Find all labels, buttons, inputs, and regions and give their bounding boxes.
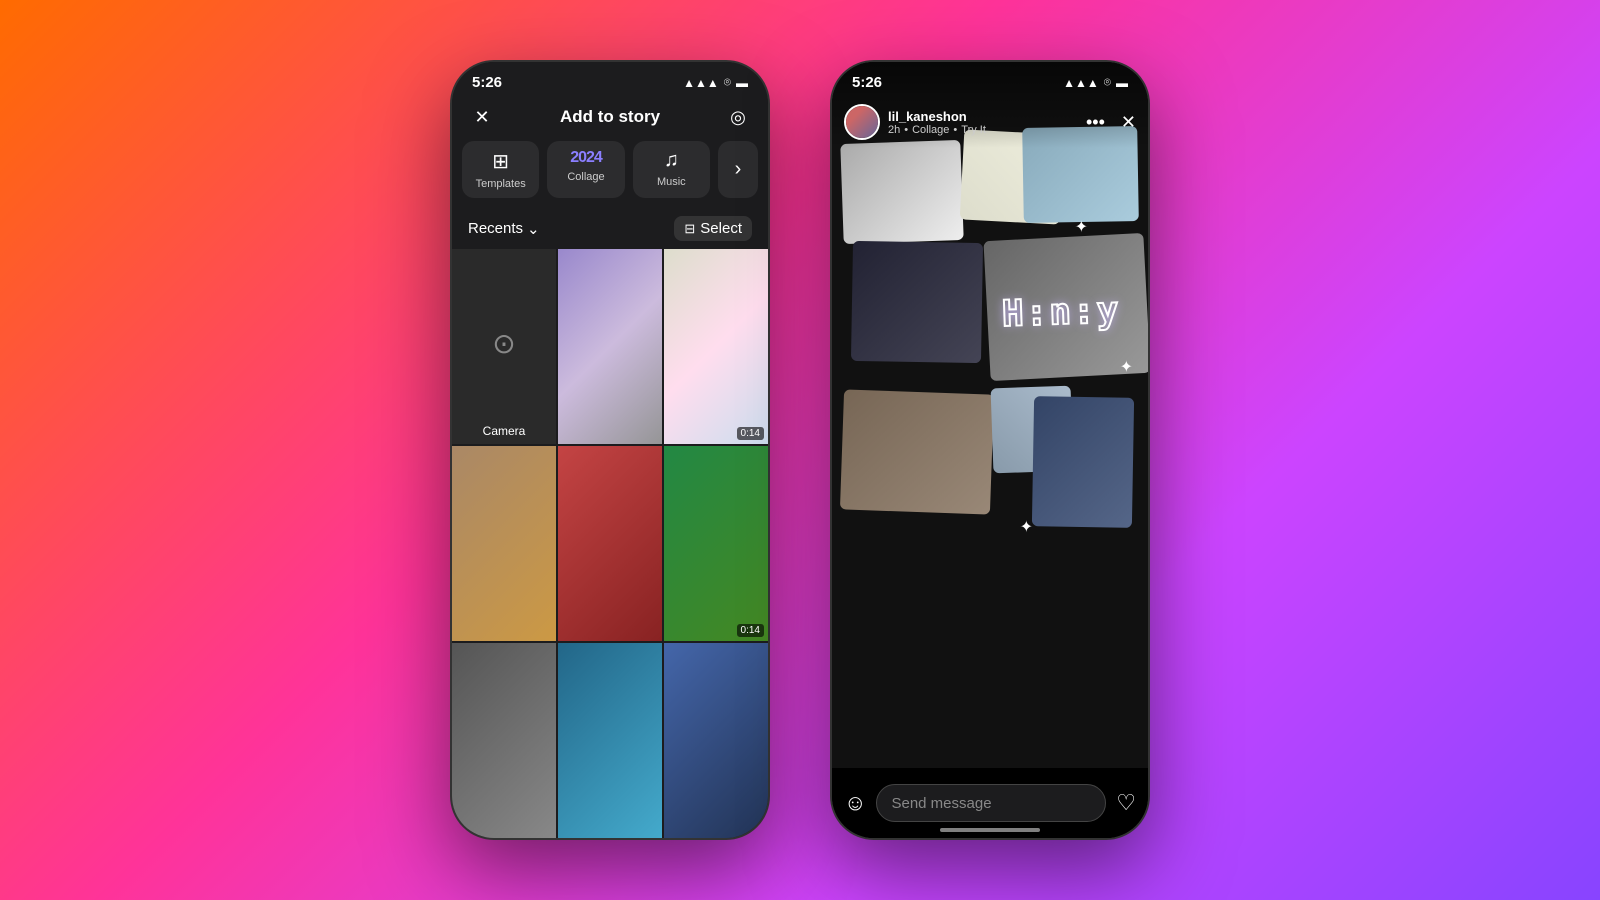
- chevron-down-icon: ⌄: [527, 220, 540, 238]
- story-dot: •: [953, 124, 957, 136]
- recents-bar: Recents ⌄ ⊟ Select: [452, 208, 768, 249]
- photo-cell[interactable]: [558, 249, 662, 444]
- select-grid-icon: ⊟: [684, 221, 695, 237]
- phone-add-to-story: 5:26 ▲▲▲ ⌾ ▬ ✕ Add to story ◎ ⊞ Template…: [450, 60, 770, 840]
- camera-icon: ⊙: [492, 327, 515, 360]
- photo-cell[interactable]: [452, 643, 556, 838]
- photo-cell[interactable]: [664, 643, 768, 838]
- collage-year-icon: 2024: [570, 149, 602, 167]
- photo-grid: ⊙ Camera 0:14 0:14: [452, 249, 768, 838]
- add-to-story-header: ✕ Add to story ◎: [452, 97, 768, 141]
- phone1-screen: 5:26 ▲▲▲ ⌾ ▬ ✕ Add to story ◎ ⊞ Template…: [452, 62, 768, 838]
- recents-label-text: Recents: [468, 220, 523, 237]
- wifi-icon: ⌾: [724, 75, 731, 90]
- duration-badge: 0:14: [737, 427, 764, 440]
- profile-icon[interactable]: ◎: [724, 103, 752, 131]
- collage-photo: [840, 140, 963, 244]
- sparkle-icon: ✦: [1020, 517, 1033, 537]
- avatar-image: [846, 106, 878, 138]
- emoji-icon[interactable]: ☺: [844, 790, 866, 816]
- story-actions: ••• ✕: [1086, 112, 1136, 133]
- duration-badge: 0:14: [737, 624, 764, 637]
- status-bar-1: 5:26 ▲▲▲ ⌾ ▬: [452, 62, 768, 97]
- tab-templates-label: Templates: [476, 178, 526, 190]
- home-indicator: [940, 828, 1040, 832]
- photo-cell[interactable]: 0:14: [664, 446, 768, 641]
- recents-dropdown[interactable]: Recents ⌄: [468, 220, 540, 238]
- story-user-info: lil_kaneshon 2h • Collage • Try It: [888, 109, 1078, 136]
- message-input[interactable]: Send message: [876, 784, 1106, 822]
- story-separator: •: [904, 124, 908, 136]
- avatar[interactable]: [844, 104, 880, 140]
- tab-music[interactable]: ♫ Music: [633, 141, 710, 198]
- music-icon: ♫: [664, 149, 679, 172]
- heart-icon[interactable]: ♡: [1116, 790, 1136, 816]
- message-placeholder: Send message: [891, 795, 991, 812]
- photo-cell[interactable]: 0:14: [664, 249, 768, 444]
- page-title: Add to story: [560, 107, 660, 127]
- status-icons-2: ▲▲▲ ⌾ ▬: [1063, 75, 1128, 90]
- tab-collage-label: Collage: [567, 171, 604, 183]
- tab-templates[interactable]: ⊞ Templates: [462, 141, 539, 198]
- phone2-screen: H:n:y ✦ ✦ ✦ lil_kaneshon 2h • Collage • …: [832, 62, 1148, 838]
- photo-cell[interactable]: [558, 643, 662, 838]
- tab-collage[interactable]: 2024 Collage: [547, 141, 624, 198]
- camera-label: Camera: [452, 424, 556, 438]
- status-time-2: 5:26: [852, 74, 882, 91]
- signal-icon-2: ▲▲▲: [1063, 76, 1099, 90]
- battery-icon: ▬: [736, 76, 748, 90]
- battery-icon-2: ▬: [1116, 76, 1128, 90]
- collage-area: H:n:y ✦ ✦ ✦: [832, 62, 1148, 768]
- status-bar-2: 5:26 ▲▲▲ ⌾ ▬: [832, 62, 1148, 97]
- time-text-overlay: H:n:y: [1001, 290, 1121, 335]
- close-story-icon[interactable]: ✕: [1121, 112, 1136, 133]
- collage-photo: [840, 389, 994, 514]
- wifi-icon-2: ⌾: [1104, 75, 1111, 90]
- more-options-icon[interactable]: •••: [1086, 112, 1105, 133]
- camera-cell[interactable]: ⊙ Camera: [452, 249, 556, 444]
- status-time-1: 5:26: [472, 74, 502, 91]
- collage-label: Collage: [912, 124, 949, 136]
- story-time: 2h: [888, 124, 900, 136]
- sparkle-icon: ✦: [1075, 217, 1088, 237]
- status-icons-1: ▲▲▲ ⌾ ▬: [683, 75, 748, 90]
- more-icon: ›: [735, 158, 742, 181]
- collage-photo: [851, 241, 983, 363]
- photo-cell[interactable]: [452, 446, 556, 641]
- select-label: Select: [700, 220, 742, 237]
- close-button[interactable]: ✕: [468, 103, 496, 131]
- sparkle-icon: ✦: [1120, 357, 1133, 377]
- story-username: lil_kaneshon: [888, 109, 1078, 124]
- phone-story-view: H:n:y ✦ ✦ ✦ lil_kaneshon 2h • Collage • …: [830, 60, 1150, 840]
- tab-music-label: Music: [657, 176, 686, 188]
- try-it-link[interactable]: Try It: [961, 124, 986, 136]
- tab-bar: ⊞ Templates 2024 Collage ♫ Music ›: [452, 141, 768, 208]
- signal-icon: ▲▲▲: [683, 76, 719, 90]
- photo-cell[interactable]: [558, 446, 662, 641]
- tab-more[interactable]: ›: [718, 141, 758, 198]
- story-meta: 2h • Collage • Try It: [888, 124, 1078, 136]
- collage-photo: [1032, 396, 1134, 528]
- templates-icon: ⊞: [492, 149, 509, 174]
- select-button[interactable]: ⊟ Select: [674, 216, 752, 241]
